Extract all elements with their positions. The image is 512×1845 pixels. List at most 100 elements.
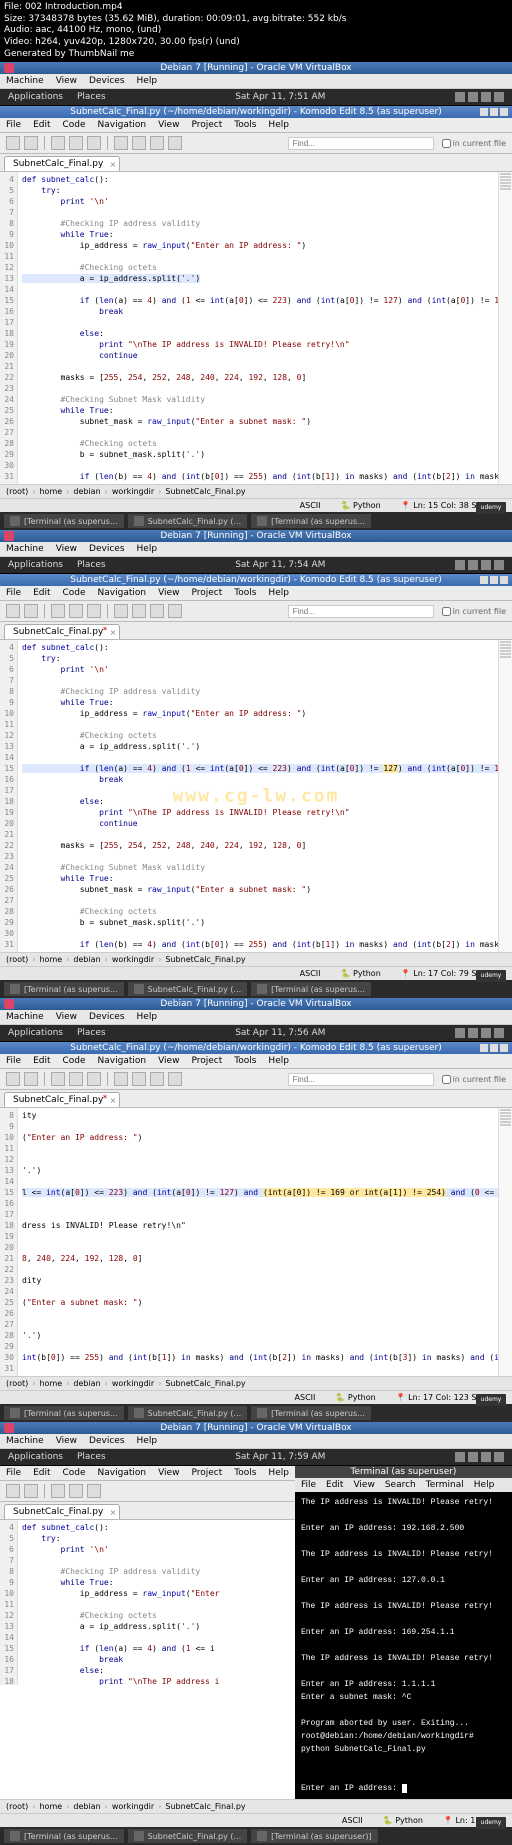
tb-cut-icon[interactable] [114,136,128,150]
window-maximize-icon[interactable] [490,576,498,584]
menu-file[interactable]: File [6,588,21,598]
vm-menu-help[interactable]: Help [137,76,158,86]
crumb-debian[interactable]: debian [73,1379,100,1388]
tb-save-icon[interactable] [87,1484,101,1498]
term-menu-view[interactable]: View [353,1480,374,1490]
window-minimize-icon[interactable] [480,108,488,116]
menu-file[interactable]: File [6,1056,21,1066]
gnome-applications[interactable]: Applications [8,92,63,102]
status-language[interactable]: Python [348,1393,376,1402]
find-scope-checkbox[interactable]: in current file [442,1075,506,1084]
task-terminal-2[interactable]: [Terminal (as superus... [251,982,371,996]
terminal-titlebar[interactable]: Terminal (as superuser) [295,1466,512,1478]
tb-undo-icon[interactable] [168,604,182,618]
vm-menu-devices[interactable]: Devices [89,544,124,554]
tb-new-icon[interactable] [51,1072,65,1086]
tray-volume-icon[interactable] [468,560,478,570]
menu-edit[interactable]: Edit [33,588,50,598]
status-encoding[interactable]: ASCII [300,501,321,510]
tb-copy-icon[interactable] [132,136,146,150]
menu-navigation[interactable]: Navigation [98,588,147,598]
task-terminal[interactable]: [Terminal (as superus... [4,514,124,528]
tray-accessibility-icon[interactable] [455,1452,465,1462]
vbox-titlebar[interactable]: Debian 7 [Running] - Oracle VM VirtualBo… [0,530,512,542]
menu-view[interactable]: View [158,1468,179,1478]
tb-back-icon[interactable] [6,604,20,618]
task-terminal-2[interactable]: [Terminal (as superuser)] [251,1829,377,1843]
tb-forward-icon[interactable] [24,604,38,618]
tb-back-icon[interactable] [6,1072,20,1086]
tray-user-icon[interactable] [494,92,504,102]
code-area[interactable]: def subnet_calc(): try: print '\n' #Chec… [18,1520,295,1685]
tb-open-icon[interactable] [69,1072,83,1086]
menu-code[interactable]: Code [63,1056,86,1066]
gnome-clock[interactable]: Sat Apr 11, 7:51 AM [235,92,325,102]
gnome-places[interactable]: Places [77,92,106,102]
crumb-home[interactable]: home [39,1802,62,1811]
crumb-root[interactable]: (root) [6,955,28,964]
task-terminal-2[interactable]: [Terminal (as superus... [251,514,371,528]
vm-menu-devices[interactable]: Devices [89,1436,124,1446]
vbox-titlebar[interactable]: Debian 7 [Running] - Oracle VM VirtualBo… [0,998,512,1010]
find-input[interactable] [288,1073,434,1086]
menu-view[interactable]: View [158,120,179,130]
status-language[interactable]: Python [353,501,381,510]
crumb-home[interactable]: home [39,1379,62,1388]
menu-code[interactable]: Code [63,1468,86,1478]
code-area[interactable]: ity ("Enter an IP address: ") '.') l <= … [18,1108,498,1376]
tray-network-icon[interactable] [481,1452,491,1462]
find-input[interactable] [288,605,434,618]
code-area[interactable]: def subnet_calc(): try: print '\n' #Chec… [18,172,498,484]
gnome-places[interactable]: Places [77,1452,106,1462]
vbox-titlebar[interactable]: Debian 7 [Running] - Oracle VM VirtualBo… [0,62,512,74]
tb-new-icon[interactable] [51,1484,65,1498]
tb-undo-icon[interactable] [168,136,182,150]
term-menu-search[interactable]: Search [385,1480,416,1490]
tb-save-icon[interactable] [87,604,101,618]
menu-tools[interactable]: Tools [234,1056,256,1066]
tab-close-icon[interactable]: × [110,1508,117,1517]
komodo-titlebar[interactable]: SubnetCalc_Final.py (~/home/debian/worki… [0,574,512,586]
vm-menu-help[interactable]: Help [137,544,158,554]
menu-help[interactable]: Help [268,588,289,598]
task-komodo[interactable]: SubnetCalc_Final.py (... [128,1406,248,1420]
term-menu-edit[interactable]: Edit [326,1480,343,1490]
task-terminal[interactable]: [Terminal (as superus... [4,1829,124,1843]
window-minimize-icon[interactable] [480,1044,488,1052]
crumb-workingdir[interactable]: workingdir [112,487,154,496]
tab-file[interactable]: SubnetCalc_Final.py* × [4,1092,120,1107]
window-minimize-icon[interactable] [480,576,488,584]
tray-user-icon[interactable] [494,1452,504,1462]
menu-view[interactable]: View [158,588,179,598]
status-language[interactable]: Python [395,1816,423,1825]
menu-tools[interactable]: Tools [234,1468,256,1478]
tray-accessibility-icon[interactable] [455,1028,465,1038]
menu-project[interactable]: Project [191,1056,222,1066]
crumb-root[interactable]: (root) [6,1379,28,1388]
gnome-places[interactable]: Places [77,1028,106,1038]
tray-volume-icon[interactable] [468,1028,478,1038]
window-maximize-icon[interactable] [490,1044,498,1052]
vm-menu-help[interactable]: Help [137,1436,158,1446]
menu-navigation[interactable]: Navigation [98,120,147,130]
vm-menu-machine[interactable]: Machine [6,1012,44,1022]
menu-code[interactable]: Code [63,120,86,130]
vbox-titlebar[interactable]: Debian 7 [Running] - Oracle VM VirtualBo… [0,1422,512,1434]
crumb-root[interactable]: (root) [6,1802,28,1811]
minimap[interactable] [498,172,512,484]
tab-close-icon[interactable]: × [110,160,117,169]
crumb-debian[interactable]: debian [73,1802,100,1811]
tab-file[interactable]: SubnetCalc_Final.py × [4,156,120,171]
code-editor[interactable]: 4 5 6 7 8 9 10 11 12 13 14 15 16 17 18 1… [0,640,512,952]
menu-help[interactable]: Help [268,1468,289,1478]
window-close-icon[interactable] [500,108,508,116]
status-encoding[interactable]: ASCII [342,1816,363,1825]
tb-forward-icon[interactable] [24,1072,38,1086]
tb-new-icon[interactable] [51,604,65,618]
task-terminal-2[interactable]: [Terminal (as superus... [251,1406,371,1420]
tb-save-icon[interactable] [87,136,101,150]
tray-volume-icon[interactable] [468,1452,478,1462]
minimap[interactable] [498,1108,512,1376]
vm-menu-view[interactable]: View [56,76,77,86]
term-menu-file[interactable]: File [301,1480,316,1490]
